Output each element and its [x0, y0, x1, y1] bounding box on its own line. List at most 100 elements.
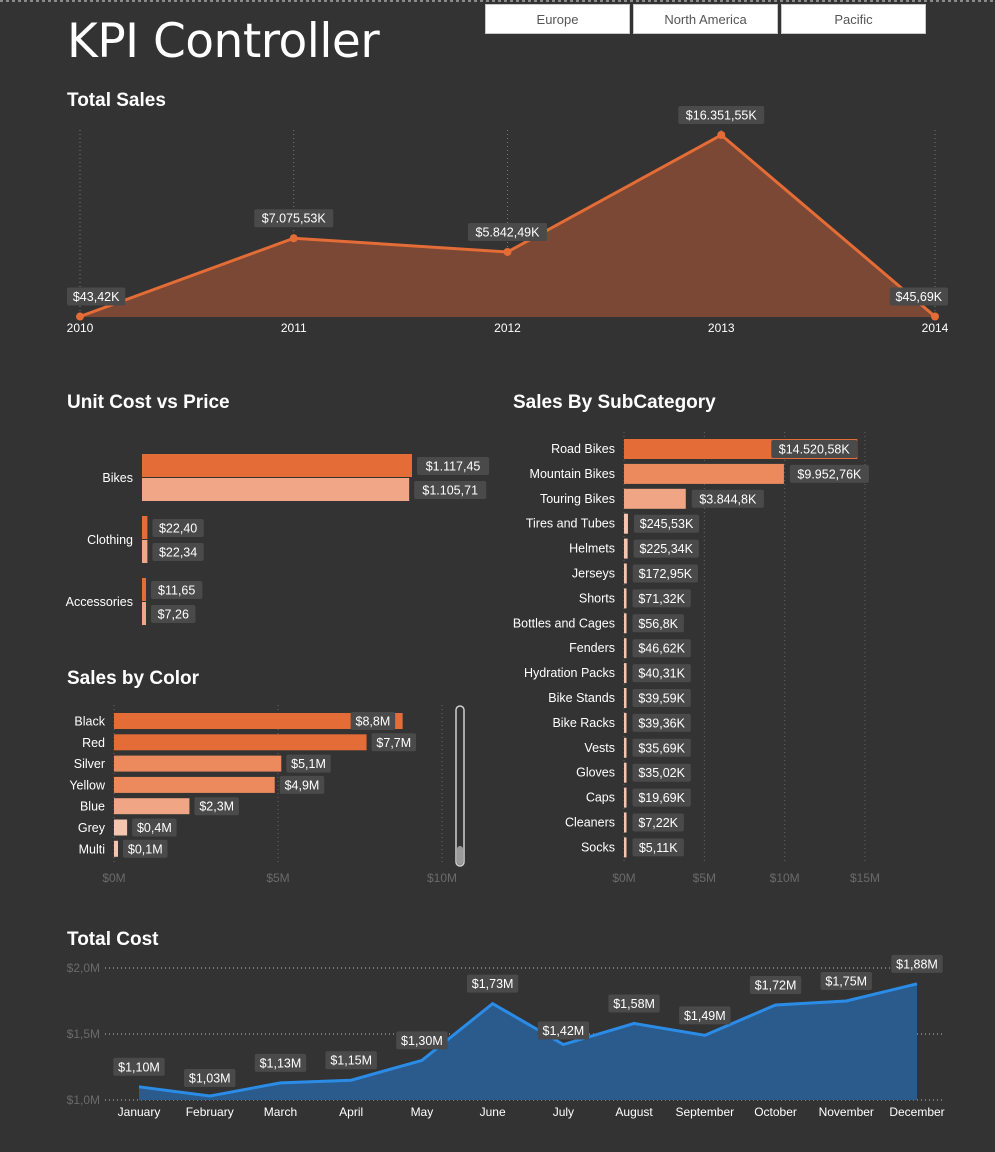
- color-x-tick: $10M: [427, 871, 457, 885]
- color-category-label: Silver: [74, 757, 105, 771]
- subcat-data-label: $172,95K: [639, 567, 693, 581]
- subcat-bar: [624, 563, 627, 584]
- color-x-tick: $0M: [102, 871, 125, 885]
- color-scrollbar-thumb[interactable]: [457, 846, 463, 865]
- cost-y-tick: $1,5M: [67, 1027, 100, 1041]
- subcat-bar: [624, 463, 784, 484]
- subcat-data-label: $225,34K: [639, 542, 693, 556]
- unit-cost-category-label: Clothing: [87, 533, 133, 547]
- subcat-category-label: Helmets: [569, 542, 615, 556]
- cost-data-label: $1,49M: [684, 1009, 726, 1023]
- subcat-data-label: $7,22K: [638, 816, 678, 830]
- cost-data-label: $1,03M: [189, 1072, 231, 1086]
- subcat-data-label: $5,11K: [639, 841, 678, 855]
- subcat-data-label: $39,59K: [638, 692, 685, 706]
- unit-cost-data-label: $1.105,71: [422, 484, 478, 498]
- cost-x-tick: June: [480, 1105, 506, 1119]
- color-category-label: Multi: [79, 842, 105, 856]
- color-bar: [114, 798, 190, 815]
- subcat-bar: [624, 812, 627, 833]
- sales-x-tick: 2010: [67, 321, 94, 335]
- subcat-category-label: Hydration Packs: [524, 666, 615, 680]
- subcat-x-tick: $0M: [612, 871, 635, 885]
- subcat-data-label: $46,62K: [638, 642, 685, 656]
- cost-x-tick: January: [118, 1105, 161, 1119]
- cost-data-label: $1,75M: [825, 975, 867, 989]
- sales-data-label: $5.842,49K: [476, 225, 541, 239]
- cost-area: [139, 983, 917, 1100]
- cost-x-tick: May: [411, 1105, 434, 1119]
- unit-cost-data-label: $22,40: [159, 522, 197, 536]
- color-category-label: Grey: [78, 821, 106, 835]
- subcat-data-label: $245,53K: [640, 517, 694, 531]
- subcat-bar: [624, 613, 627, 634]
- color-category-label: Blue: [80, 800, 105, 814]
- cost-data-label: $1,10M: [118, 1060, 160, 1074]
- subcat-bar: [624, 538, 628, 559]
- subcat-category-label: Socks: [581, 840, 615, 854]
- sales-x-tick: 2014: [922, 321, 949, 335]
- subcat-bar: [624, 712, 627, 733]
- color-bar: [114, 755, 282, 772]
- cost-data-label: $1,13M: [260, 1056, 302, 1070]
- cost-x-tick: August: [615, 1105, 653, 1119]
- subcat-bar: [624, 787, 627, 808]
- subcat-category-label: Cleaners: [565, 816, 615, 830]
- cost-x-tick: February: [186, 1105, 234, 1119]
- cost-y-tick: $1,0M: [67, 1093, 100, 1107]
- sales-x-tick: 2011: [281, 321, 307, 335]
- subcat-category-label: Caps: [586, 791, 615, 805]
- sales-data-label: $45,69K: [896, 290, 943, 304]
- unit-cost-data-label: $1.117,45: [426, 460, 481, 474]
- cost-x-tick: September: [675, 1105, 734, 1119]
- cost-x-tick: March: [264, 1105, 297, 1119]
- subcat-category-label: Jerseys: [572, 567, 615, 581]
- subcat-bar: [624, 588, 627, 609]
- subcat-bar: [624, 837, 627, 858]
- color-category-label: Yellow: [69, 778, 106, 792]
- subcat-data-label: $39,36K: [638, 716, 685, 730]
- sales-data-label: $43,42K: [73, 290, 120, 304]
- color-data-label: $8,8M: [356, 715, 391, 729]
- sales-data-label: $7.075,53K: [262, 212, 327, 226]
- color-data-label: $0,4M: [137, 821, 172, 835]
- sales-point: [931, 312, 939, 321]
- color-category-label: Red: [82, 736, 105, 750]
- sales-x-tick: 2012: [494, 321, 521, 335]
- color-bar: [114, 734, 367, 751]
- unit-cost-data-label: $11,65: [158, 584, 195, 598]
- cost-data-label: $1,58M: [613, 997, 655, 1011]
- cost-data-label: $1,15M: [330, 1054, 372, 1068]
- subcat-bar: [624, 663, 627, 684]
- subcat-data-label: $40,31K: [638, 667, 685, 681]
- subcat-x-tick: $10M: [770, 871, 800, 885]
- unit-cost-bar: [142, 602, 146, 625]
- sales-x-tick: 2013: [708, 321, 735, 335]
- subcat-data-label: $19,69K: [638, 791, 685, 805]
- color-bar: [114, 840, 118, 857]
- cost-data-label: $1,88M: [896, 957, 938, 971]
- unit-cost-bar: [142, 516, 148, 539]
- subcat-data-label: $35,69K: [638, 741, 685, 755]
- color-bar: [114, 819, 128, 836]
- cost-data-label: $1,72M: [755, 978, 797, 992]
- subcat-category-label: Road Bikes: [551, 442, 615, 456]
- cost-data-label: $1,73M: [472, 977, 514, 991]
- cost-y-tick: $2,0M: [67, 961, 100, 975]
- subcat-data-label: $56,8K: [638, 617, 678, 631]
- subcat-data-label: $9.952,76K: [797, 467, 862, 481]
- cost-x-tick: October: [754, 1105, 797, 1119]
- subcat-category-label: Vests: [584, 741, 615, 755]
- cost-x-tick: July: [553, 1105, 574, 1119]
- subcat-x-tick: $5M: [693, 871, 716, 885]
- sales-point: [717, 131, 726, 139]
- subcat-category-label: Shorts: [579, 591, 615, 605]
- subcat-category-label: Bike Racks: [552, 716, 615, 730]
- subcat-category-label: Tires and Tubes: [526, 517, 615, 531]
- color-bar: [114, 776, 275, 793]
- subcat-category-label: Fenders: [569, 641, 615, 655]
- subcat-category-label: Gloves: [576, 766, 615, 780]
- color-data-label: $5,1M: [291, 757, 326, 771]
- unit-cost-data-label: $7,26: [158, 608, 189, 622]
- unit-cost-data-label: $22,34: [159, 546, 197, 560]
